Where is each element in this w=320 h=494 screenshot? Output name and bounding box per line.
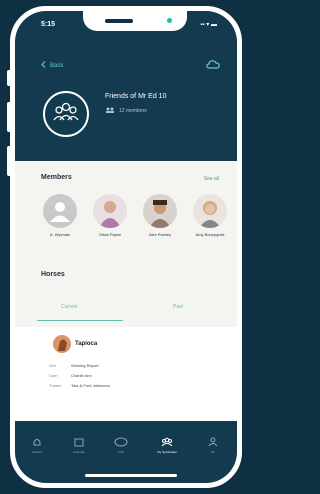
member-item[interactable]: Amy Bonnyquist	[189, 194, 231, 237]
horse-detail-row: Trainer Tala & Fred Johnsons	[49, 383, 110, 388]
horses-title: Horses	[41, 271, 65, 278]
horse-detail-row: Sire Winning Report	[49, 363, 99, 368]
status-icons: ▪▪ ▾ ▬	[200, 22, 217, 28]
back-label: Back	[50, 62, 64, 69]
avatar	[143, 194, 177, 228]
detail-label: Sire	[49, 363, 57, 368]
member-name: Amy Bonnyquist	[195, 232, 225, 237]
nav-label: Calendar	[72, 450, 86, 454]
chevron-left-icon	[41, 61, 46, 70]
nav-chat[interactable]: Chat	[99, 437, 143, 454]
nav-label: My Syndicates	[157, 450, 177, 454]
home-indicator	[85, 474, 177, 477]
nav-my-syndicates[interactable]: My Syndicates	[145, 437, 189, 454]
group-member-count: 12 members	[105, 107, 147, 115]
tab-past[interactable]: Past	[173, 304, 183, 310]
person-icon	[208, 437, 218, 447]
nav-notices[interactable]: Notices	[15, 437, 59, 454]
detail-label: Trainer	[49, 383, 62, 388]
phone-frame: 5:15 ▪▪ ▾ ▬ Back Friends of Mr Ed 10 12 …	[10, 6, 242, 488]
avatar	[93, 194, 127, 228]
horse-tabs: Current Past	[15, 296, 237, 322]
group-avatar	[43, 91, 89, 137]
see-all-link[interactable]: See all	[204, 176, 219, 182]
group-icon	[161, 437, 173, 447]
detail-value: Charlie Ann	[71, 373, 92, 378]
active-tab-indicator	[37, 320, 123, 321]
cloud-icon[interactable]	[205, 57, 221, 71]
horse-detail-row: Dam Charlie Ann	[49, 373, 92, 378]
members-title: Members	[41, 174, 72, 181]
avatar	[43, 194, 77, 228]
back-button[interactable]: Back	[41, 61, 63, 70]
phone-notch	[83, 11, 187, 31]
horse-card[interactable]: Tapioca Sire Winning Report Dam Charlie An…	[15, 327, 237, 431]
horse-avatar	[53, 335, 71, 353]
member-name: Olivia Payne	[98, 232, 122, 237]
member-name: Alex Rowley	[148, 232, 171, 237]
speaker-grille	[105, 19, 133, 23]
nav-label: Chat	[117, 450, 125, 454]
member-item[interactable]: Alex Rowley	[139, 194, 181, 237]
calendar-icon	[74, 438, 84, 447]
tab-current[interactable]: Current	[61, 304, 78, 310]
nav-calendar[interactable]: Calendar	[57, 437, 101, 454]
nav-label: Notices	[31, 450, 42, 454]
status-time: 5:15	[41, 21, 56, 28]
nav-label: Me	[210, 450, 216, 454]
horse-name: Tapioca	[75, 341, 98, 347]
member-count-label: 12 members	[119, 108, 147, 114]
camera-dot	[167, 18, 172, 23]
people-icon	[105, 107, 115, 115]
bell-icon	[33, 439, 41, 446]
group-icon	[53, 102, 79, 121]
avatar	[193, 194, 227, 228]
chat-icon	[114, 437, 128, 447]
detail-value: Winning Report	[71, 363, 99, 368]
nav-me[interactable]: Me	[191, 437, 235, 454]
member-name: A. Kilpmatz	[49, 232, 71, 237]
member-item[interactable]: Olivia Payne	[89, 194, 131, 237]
detail-value: Tala & Fred Johnsons	[71, 383, 110, 388]
group-header: 5:15 ▪▪ ▾ ▬ Back Friends of Mr Ed 10 12 …	[15, 11, 237, 161]
group-title: Friends of Mr Ed 10	[105, 93, 167, 100]
user-placeholder-icon	[50, 202, 70, 222]
detail-label: Dam	[49, 373, 58, 378]
member-item[interactable]: A. Kilpmatz	[39, 194, 81, 237]
bottom-nav: Notices Calendar Chat My Syndicates Me	[15, 421, 237, 483]
